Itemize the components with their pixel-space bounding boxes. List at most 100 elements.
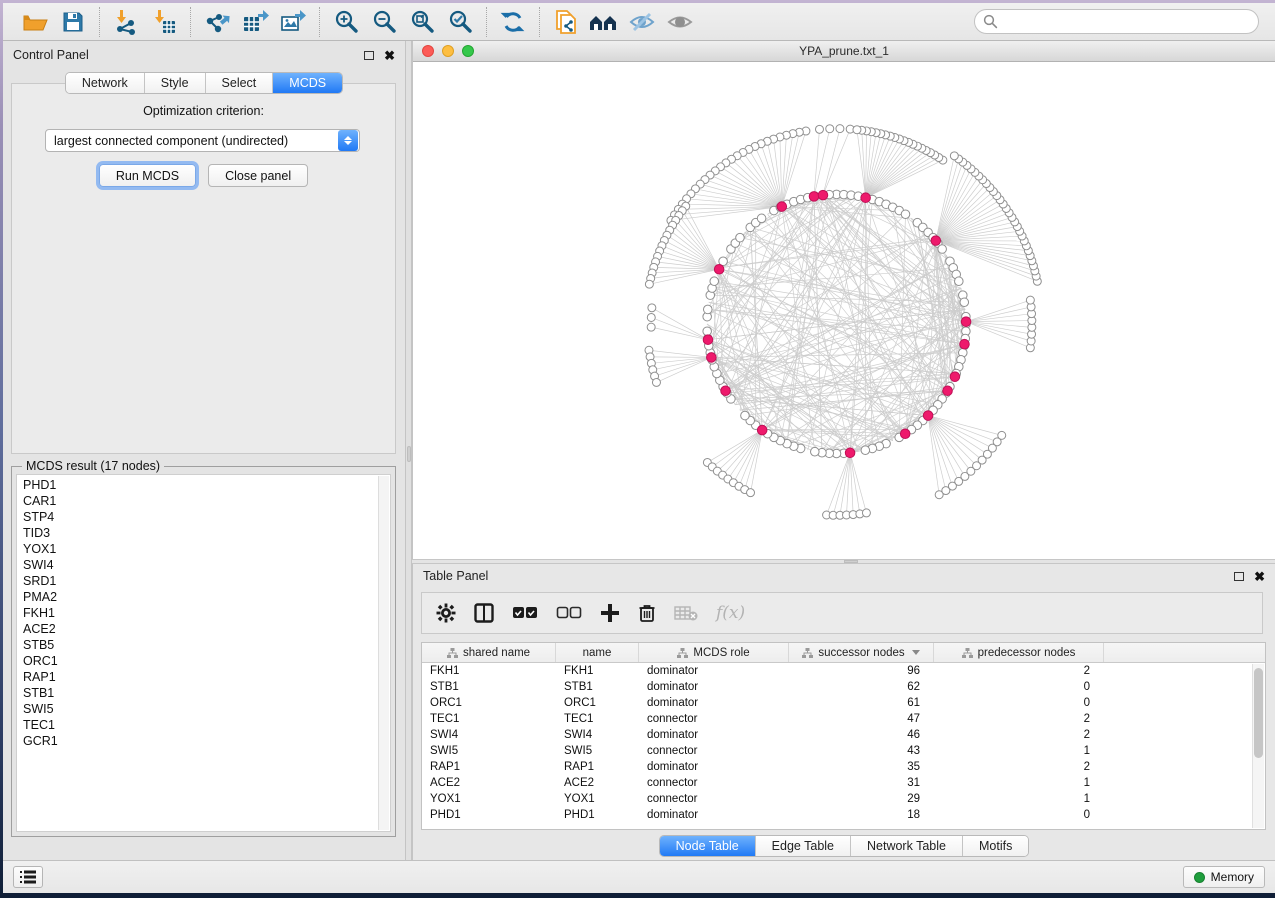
- tab-select[interactable]: Select: [206, 73, 274, 93]
- table-cell[interactable]: connector: [639, 713, 789, 725]
- search-field[interactable]: [998, 14, 1250, 30]
- close-panel-icon[interactable]: ✖: [384, 49, 395, 62]
- mcds-result-item[interactable]: PMA2: [23, 589, 390, 605]
- table-cell[interactable]: 35: [789, 761, 934, 773]
- table-cell[interactable]: 61: [789, 697, 934, 709]
- mcds-result-list[interactable]: PHD1CAR1STP4TID3YOX1SWI4SRD1PMA2FKH1ACE2…: [16, 474, 391, 832]
- table-cell[interactable]: FKH1: [422, 665, 556, 677]
- table-row[interactable]: YOX1YOX1connector291: [422, 791, 1265, 807]
- scrollbar-thumb[interactable]: [1254, 668, 1263, 758]
- network-window-titlebar[interactable]: YPA_prune.txt_1: [413, 41, 1275, 62]
- show-all-icon[interactable]: [664, 7, 696, 37]
- table-cell[interactable]: dominator: [639, 729, 789, 741]
- import-table-icon[interactable]: [148, 7, 180, 37]
- mcds-result-item[interactable]: TID3: [23, 525, 390, 541]
- table-cell[interactable]: 43: [789, 745, 934, 757]
- delete-column-icon[interactable]: [638, 603, 656, 623]
- table-cell[interactable]: dominator: [639, 697, 789, 709]
- table-cell[interactable]: 2: [934, 665, 1104, 677]
- table-cell[interactable]: 31: [789, 777, 934, 789]
- table-cell[interactable]: 0: [934, 681, 1104, 693]
- node-table[interactable]: shared namenameMCDS rolesuccessor nodesp…: [421, 642, 1266, 830]
- table-cell[interactable]: ACE2: [556, 777, 639, 789]
- column-header[interactable]: successor nodes: [789, 643, 934, 662]
- open-folder-icon[interactable]: [19, 7, 51, 37]
- mcds-result-item[interactable]: STB5: [23, 637, 390, 653]
- tab-mcds[interactable]: MCDS: [273, 73, 342, 93]
- table-cell[interactable]: ORC1: [556, 697, 639, 709]
- float-panel-icon[interactable]: [364, 51, 374, 60]
- save-icon[interactable]: [57, 7, 89, 37]
- search-input[interactable]: [974, 9, 1259, 34]
- mcds-result-item[interactable]: GCR1: [23, 733, 390, 749]
- table-cell[interactable]: 1: [934, 793, 1104, 805]
- tab-node-table[interactable]: Node Table: [660, 836, 756, 856]
- splitter-handle[interactable]: [407, 446, 411, 462]
- table-cell[interactable]: connector: [639, 777, 789, 789]
- table-row[interactable]: STB1STB1dominator620: [422, 679, 1265, 695]
- table-cell[interactable]: TEC1: [556, 713, 639, 725]
- table-cell[interactable]: SWI4: [556, 729, 639, 741]
- table-cell[interactable]: PHD1: [422, 809, 556, 821]
- table-cell[interactable]: 47: [789, 713, 934, 725]
- zoom-selected-icon[interactable]: [444, 7, 476, 37]
- table-cell[interactable]: SWI5: [422, 745, 556, 757]
- table-cell[interactable]: dominator: [639, 809, 789, 821]
- function-builder-icon[interactable]: f(x): [716, 603, 745, 623]
- clone-network-icon[interactable]: [550, 7, 582, 37]
- table-cell[interactable]: 18: [789, 809, 934, 821]
- zoom-in-icon[interactable]: [330, 7, 362, 37]
- task-history-button[interactable]: [13, 866, 43, 888]
- table-cell[interactable]: YOX1: [556, 793, 639, 805]
- table-row[interactable]: RAP1RAP1dominator352: [422, 759, 1265, 775]
- mcds-result-item[interactable]: STB1: [23, 685, 390, 701]
- table-cell[interactable]: SWI4: [422, 729, 556, 741]
- table-cell[interactable]: connector: [639, 793, 789, 805]
- table-cell[interactable]: 2: [934, 729, 1104, 741]
- mcds-result-item[interactable]: FKH1: [23, 605, 390, 621]
- run-mcds-button[interactable]: Run MCDS: [99, 164, 196, 187]
- tab-network-table[interactable]: Network Table: [851, 836, 963, 856]
- table-cell[interactable]: FKH1: [556, 665, 639, 677]
- table-settings-icon[interactable]: [436, 603, 456, 623]
- table-row[interactable]: PHD1PHD1dominator180: [422, 807, 1265, 823]
- table-cell[interactable]: 1: [934, 745, 1104, 757]
- tab-motifs[interactable]: Motifs: [963, 836, 1028, 856]
- table-cell[interactable]: 0: [934, 809, 1104, 821]
- hide-selected-icon[interactable]: [626, 7, 658, 37]
- table-cell[interactable]: YOX1: [422, 793, 556, 805]
- optimization-criterion-select[interactable]: largest connected component (undirected): [45, 129, 360, 152]
- table-row[interactable]: SWI4SWI4dominator462: [422, 727, 1265, 743]
- column-layout-icon[interactable]: [474, 603, 494, 623]
- network-canvas[interactable]: [413, 62, 1275, 559]
- table-cell[interactable]: 1: [934, 777, 1104, 789]
- mcds-result-item[interactable]: PHD1: [23, 477, 390, 493]
- column-header[interactable]: MCDS role: [639, 643, 789, 662]
- add-column-icon[interactable]: [600, 603, 620, 623]
- table-cell[interactable]: RAP1: [422, 761, 556, 773]
- table-row[interactable]: ACE2ACE2connector311: [422, 775, 1265, 791]
- table-row[interactable]: TEC1TEC1connector472: [422, 711, 1265, 727]
- export-network-icon[interactable]: [201, 7, 233, 37]
- zoom-out-icon[interactable]: [368, 7, 400, 37]
- table-cell[interactable]: dominator: [639, 761, 789, 773]
- table-row[interactable]: FKH1FKH1dominator962: [422, 663, 1265, 679]
- vertical-splitter[interactable]: [405, 41, 412, 860]
- table-cell[interactable]: 2: [934, 713, 1104, 725]
- table-cell[interactable]: PHD1: [556, 809, 639, 821]
- mcds-result-item[interactable]: ORC1: [23, 653, 390, 669]
- mcds-result-item[interactable]: TEC1: [23, 717, 390, 733]
- export-table-icon[interactable]: [239, 7, 271, 37]
- import-network-icon[interactable]: [110, 7, 142, 37]
- memory-button[interactable]: Memory: [1183, 866, 1265, 888]
- mcds-list-scrollbar[interactable]: [378, 476, 389, 830]
- table-cell[interactable]: SWI5: [556, 745, 639, 757]
- column-header[interactable]: shared name: [422, 643, 556, 662]
- table-row[interactable]: ORC1ORC1dominator610: [422, 695, 1265, 711]
- mcds-result-item[interactable]: ACE2: [23, 621, 390, 637]
- table-cell[interactable]: dominator: [639, 665, 789, 677]
- tab-network[interactable]: Network: [66, 73, 145, 93]
- refresh-layout-icon[interactable]: [497, 7, 529, 37]
- table-cell[interactable]: ACE2: [422, 777, 556, 789]
- close-panel-button[interactable]: Close panel: [208, 164, 308, 187]
